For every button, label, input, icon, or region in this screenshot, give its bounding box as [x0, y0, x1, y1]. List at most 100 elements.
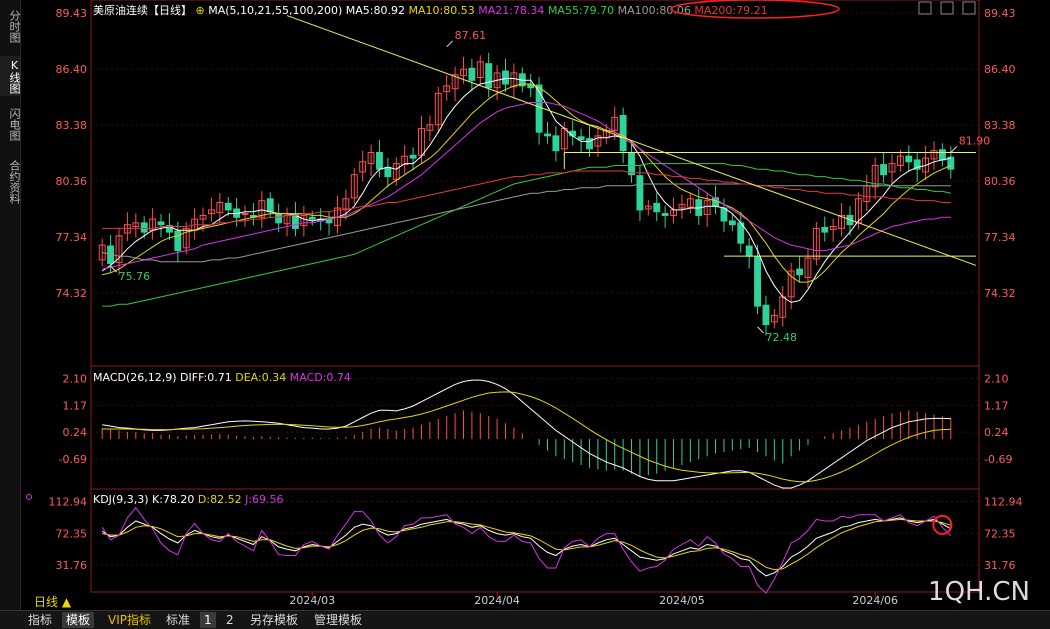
ma-line-ma5 — [101, 78, 951, 303]
tab-lightning[interactable]: 闪电图 — [0, 104, 21, 144]
save-template-button[interactable]: 另存模板 — [246, 612, 302, 628]
price-tick-label-left: 86.40 — [56, 63, 88, 76]
candle-body — [796, 268, 804, 276]
close-icon — [962, 1, 976, 15]
header-segment: 美原油连续 — [93, 3, 148, 17]
price-tick-label-right: 74.32 — [984, 287, 1016, 300]
kdj-tick-label-left: 112.94 — [49, 495, 88, 508]
macd-tick-label-left: -0.69 — [59, 453, 87, 466]
template-1[interactable]: 1 — [200, 612, 216, 628]
macd-tick-label-right: -0.69 — [984, 453, 1012, 466]
candle-body — [140, 222, 148, 233]
template-2[interactable]: 2 — [222, 612, 238, 628]
macd-header-segment: MACD(26,12,9) — [93, 371, 180, 384]
candle-body — [502, 70, 509, 85]
macd-header-segment: DIFF:0.71 — [180, 371, 235, 384]
price-tick-label-left: 89.43 — [56, 7, 88, 20]
header-segment: MA(5,10,21,55,100,200) — [208, 4, 346, 17]
price-annotation: 75.76 — [119, 270, 150, 283]
x-tick-label: 2024/06 — [852, 594, 898, 607]
candle-body — [552, 135, 560, 152]
candle-body — [266, 198, 274, 213]
kdj-header-segment: K:78.20 — [152, 493, 198, 506]
kdj-indicator-icon — [26, 494, 32, 500]
macd-tick-label-left: 2.10 — [63, 373, 88, 386]
kdj-tick-label-right: 31.76 — [984, 559, 1016, 572]
macd-tick-label-right: 0.24 — [984, 426, 1009, 439]
ma-line-ma10 — [102, 83, 952, 283]
candle-body — [728, 220, 736, 226]
annotation-leader — [950, 146, 958, 153]
price-tick-label-right: 86.40 — [984, 63, 1016, 76]
price-annotation: 87.61 — [455, 29, 487, 42]
candle-body — [754, 256, 761, 307]
header-segment: 【日线】 — [148, 3, 192, 17]
candle-body — [661, 213, 669, 216]
price-tick-label-left: 74.32 — [56, 287, 88, 300]
candle-body — [905, 155, 913, 163]
macd-tick-label-right: 2.10 — [984, 373, 1009, 386]
macd-tick-label-right: 1.17 — [984, 399, 1009, 412]
manage-template-button[interactable]: 管理模板 — [310, 612, 366, 628]
tab-timeshare[interactable]: 分时图 — [0, 6, 21, 46]
candle-body — [157, 221, 165, 226]
price-tick-label-right: 77.34 — [984, 231, 1016, 244]
header-segment: MA200:79.21 — [694, 4, 767, 17]
tab-templates[interactable]: 模板 — [62, 612, 95, 628]
annotation-leader — [757, 326, 764, 334]
header-segment: MA100:80.06 — [618, 4, 695, 17]
tab-kline[interactable]: K线图 — [0, 56, 21, 96]
tab-indicators[interactable]: 指标 — [24, 612, 56, 628]
left-tab-bar: 分时图 K线图 闪电图 合约资料 — [0, 0, 21, 610]
candle-body — [653, 202, 661, 213]
candle-body — [544, 133, 551, 137]
chart-area[interactable]: 89.43 89.43 86.40 86.40 83.38 83.38 80.36 80.36… — [20, 0, 1050, 610]
price-tick-label-left: 80.36 — [56, 175, 88, 188]
candle-body — [762, 304, 770, 326]
candle-body — [577, 136, 585, 141]
price-tick-label-right: 83.38 — [984, 119, 1016, 132]
candle-body — [376, 152, 383, 170]
candle-body — [938, 149, 946, 161]
price-annotation: 81.90 — [959, 135, 991, 148]
x-tick-label: 2024/05 — [659, 594, 705, 607]
kdj-header-segment: J:69.56 — [244, 493, 283, 506]
candle-body — [224, 202, 232, 211]
header-segment: MA10:80.53 — [409, 4, 479, 17]
candle-body — [619, 114, 627, 152]
header-segment: MA21:78.34 — [478, 4, 548, 17]
bottom-toolbar: 指标 模板 VIP指标 标准 1 2 另存模板 管理模板 — [0, 610, 1050, 629]
macd-tick-label-left: 1.17 — [63, 399, 88, 412]
x-tick-label: 2024/04 — [474, 594, 520, 607]
watermark: 1QH.CN — [928, 577, 1030, 607]
kdj-tick-label-left: 31.76 — [56, 559, 88, 572]
x-tick-label: 2024/03 — [289, 594, 335, 607]
candle-body — [745, 245, 753, 257]
kdj-tick-label-left: 72.35 — [56, 527, 88, 540]
candle-body — [275, 214, 283, 224]
tab-standard[interactable]: 标准 — [162, 612, 194, 628]
candle-body — [174, 230, 182, 252]
macd-header-segment: MACD:0.74 — [290, 371, 351, 384]
period-selector[interactable]: 日线 ▲ — [34, 595, 72, 609]
kdj-tick-label-right: 72.35 — [984, 527, 1016, 540]
candle-body — [409, 154, 417, 159]
tab-contract-info[interactable]: 合约资料 — [0, 154, 21, 210]
annotation-leader — [446, 40, 454, 48]
trend-line — [286, 15, 977, 266]
price-tick-label-right: 80.36 — [984, 175, 1016, 188]
candle-body — [308, 216, 316, 220]
tab-vip-indicators[interactable]: VIP指标 — [104, 612, 155, 628]
kdj-header: KDJ(9,3,3) K:78.20 D:82.52 J:69.56 — [93, 493, 284, 506]
candle-body — [880, 164, 888, 176]
candle-body — [384, 166, 392, 178]
kdj-line-d — [102, 518, 951, 571]
ma-line-ma55 — [102, 163, 951, 307]
candle-body — [241, 213, 249, 216]
candle-body — [628, 152, 635, 176]
price-annotation: 72.48 — [766, 331, 798, 344]
kdj-header-segment: D:82.52 — [198, 493, 245, 506]
kdj-line-j — [101, 506, 952, 594]
candle-body — [636, 175, 644, 211]
kdj-header-segment: KDJ(9,3,3) — [93, 493, 152, 506]
